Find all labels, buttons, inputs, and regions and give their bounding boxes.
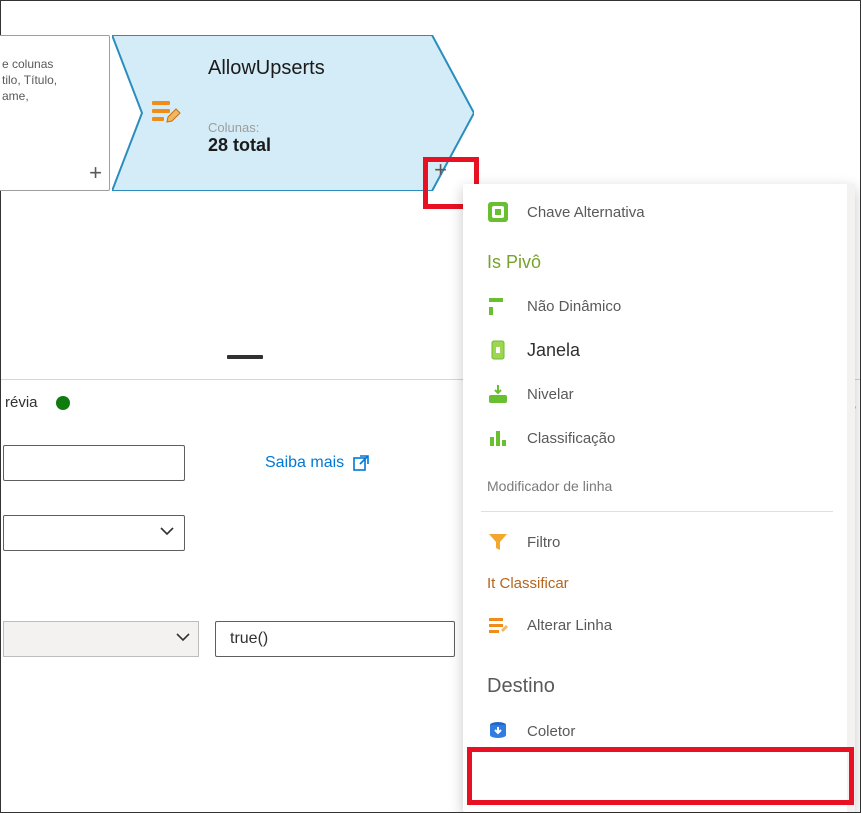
node-add-output-button[interactable]: +: [434, 159, 447, 181]
alt-key-icon: [487, 201, 509, 223]
flow-node-allowupserts[interactable]: AllowUpserts Colunas: 28 total +: [112, 35, 474, 191]
unpivot-icon: [487, 295, 509, 317]
node-prev-add-button[interactable]: +: [89, 162, 102, 184]
menu-item-sink[interactable]: Coletor: [481, 709, 855, 753]
expression-value-field[interactable]: true(): [215, 621, 455, 657]
node-prev-columns-text: e colunas tilo, Título, ame,: [0, 36, 109, 111]
menu-item-rank[interactable]: Classificação: [481, 416, 855, 460]
node-columns-label: Colunas:: [208, 120, 434, 135]
menu-item-alter-row[interactable]: Alterar Linha: [481, 603, 855, 647]
external-link-icon: [352, 454, 370, 472]
sink-icon: [487, 720, 509, 742]
menu-item-unpivot[interactable]: Não Dinâmico: [481, 284, 855, 328]
menu-section-pivot: Is Pivô: [481, 234, 855, 284]
node-title: AllowUpserts: [208, 57, 434, 80]
transform-picker-popup: Chave Alternativa Is Pivô Não Dinâmico J…: [463, 184, 855, 812]
name-field[interactable]: [3, 445, 185, 481]
chevron-down-icon: [160, 524, 174, 543]
menu-item-window[interactable]: Janela: [481, 328, 855, 372]
menu-item-sort[interactable]: It Classificar: [481, 564, 855, 603]
rank-icon: [487, 427, 509, 449]
status-dot-icon: [56, 396, 70, 410]
window-icon: [487, 339, 509, 361]
menu-section-destination: Destino: [481, 647, 855, 709]
filter-icon: [487, 531, 509, 553]
tab-preview[interactable]: révia: [5, 394, 38, 411]
flow-node-previous[interactable]: e colunas tilo, Título, ame, +: [0, 35, 110, 191]
alter-row-icon: [487, 614, 509, 636]
flatten-icon: [487, 383, 509, 405]
expression-column-select[interactable]: [3, 621, 199, 657]
menu-section-rowmod: Modificador de linha: [481, 460, 855, 505]
panel-collapse-handle[interactable]: [227, 355, 263, 359]
type-select[interactable]: [3, 515, 185, 551]
learn-more-link[interactable]: Saiba mais: [265, 454, 370, 472]
menu-item-alt-key[interactable]: Chave Alternativa: [481, 190, 855, 234]
menu-item-filter[interactable]: Filtro: [481, 520, 855, 564]
popup-scrollbar[interactable]: [847, 184, 855, 812]
learn-more-label: Saiba mais: [265, 454, 344, 472]
node-columns-total: 28 total: [208, 135, 434, 156]
chevron-down-icon: [176, 630, 190, 649]
menu-item-flatten[interactable]: Nivelar: [481, 372, 855, 416]
